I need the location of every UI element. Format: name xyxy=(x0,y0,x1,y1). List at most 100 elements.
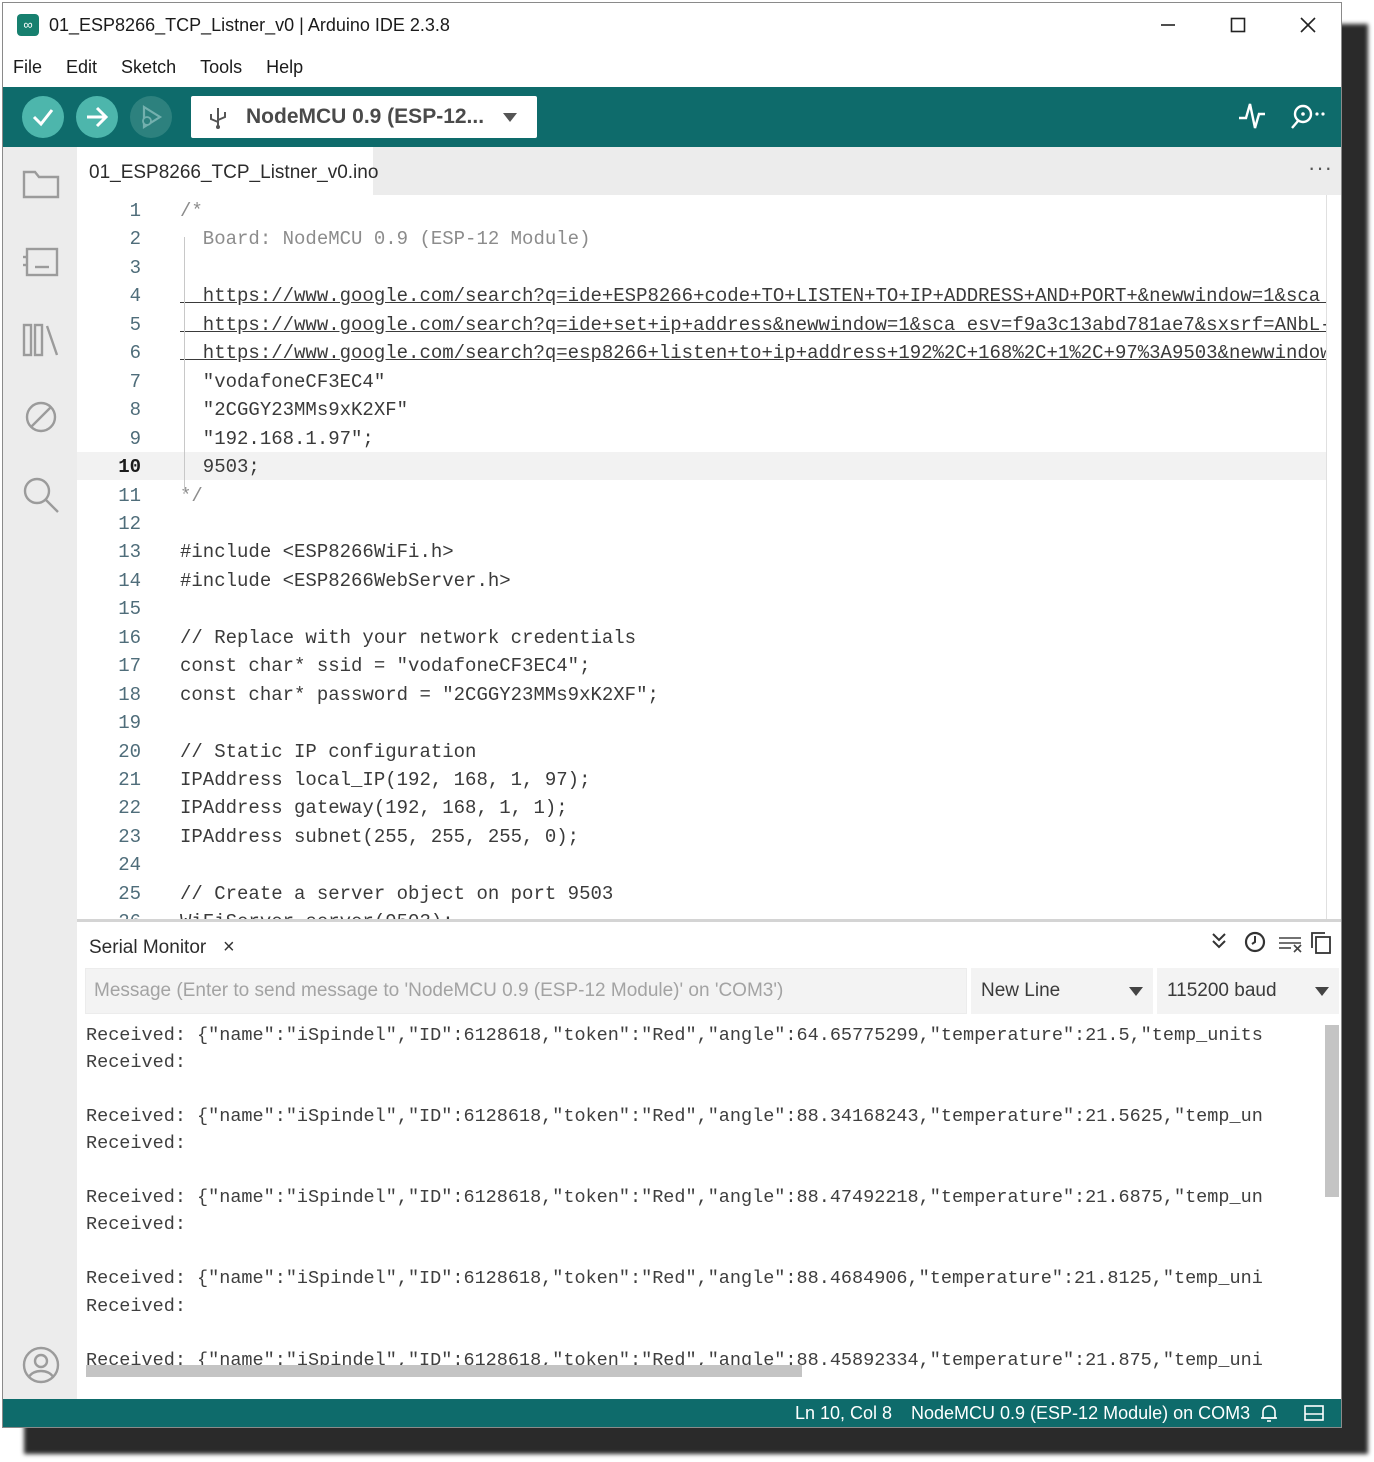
line-number: 6 xyxy=(129,342,141,365)
serial-message-field[interactable] xyxy=(85,968,967,1014)
code-text: const char* ssid = "vodafoneCF3EC4"; xyxy=(180,655,591,678)
clear-output-icon xyxy=(1279,937,1302,953)
line-number: 10 xyxy=(118,456,141,479)
line-number: 17 xyxy=(118,655,141,678)
close-window-button[interactable] xyxy=(1273,3,1341,47)
code-line[interactable]: 4 https://www.google.com/search?q=ide+ES… xyxy=(77,281,1341,309)
code-line[interactable]: 1 /* xyxy=(77,196,1341,224)
code-line[interactable]: 18 const char* password = "2CGGY23MMs9xK2… xyxy=(77,680,1341,708)
clear-output-button[interactable] xyxy=(1277,930,1303,961)
folder-icon xyxy=(22,170,60,199)
chevron-down-icon xyxy=(1315,987,1329,996)
code-line[interactable]: 13 #include <ESP8266WiFi.h> xyxy=(77,537,1341,565)
serial-plotter-button[interactable] xyxy=(1237,100,1267,137)
code-text: IPAddress local_IP(192, 168, 1, 97); xyxy=(180,769,591,791)
code-line[interactable]: 23 IPAddress subnet(255, 255, 255, 0); xyxy=(77,822,1341,850)
debug-button[interactable] xyxy=(130,96,172,138)
code-line[interactable]: 3 xyxy=(77,253,1341,281)
menu-tools[interactable]: Tools xyxy=(200,57,242,78)
checkmark-icon xyxy=(32,109,54,127)
code-text: "192.168.1.97"; xyxy=(180,427,374,450)
code-line[interactable]: 17 const char* ssid = "vodafoneCF3EC4"; xyxy=(77,651,1341,679)
code-line[interactable]: 14 #include <ESP8266WebServer.h> xyxy=(77,566,1341,594)
code-line[interactable]: 26 WiFiServer server(9503); xyxy=(77,907,1341,919)
code-line[interactable]: 20 // Static IP configuration xyxy=(77,737,1341,765)
code-line[interactable]: 2 Board: NodeMCU 0.9 (ESP-12 Module) xyxy=(77,224,1341,252)
editor-scrollbar[interactable] xyxy=(1326,195,1341,919)
serial-plotter-icon xyxy=(1239,103,1265,129)
library-icon xyxy=(22,323,59,357)
serial-output-line: Received: {"name":"iSpindel","ID":612861… xyxy=(86,1187,1263,1209)
toggle-panel-button[interactable] xyxy=(1303,1403,1325,1427)
serial-output-line: Received: {"name":"iSpindel","ID":612861… xyxy=(86,1106,1263,1128)
code-line[interactable]: 25 // Create a server object on port 9503 xyxy=(77,879,1341,907)
sketchbook-button[interactable] xyxy=(21,163,61,203)
serial-vertical-scrollbar[interactable] xyxy=(1325,1025,1339,1197)
minimize-button[interactable] xyxy=(1133,3,1203,47)
arduino-infinity-icon: ∞ xyxy=(17,14,39,36)
code-line[interactable]: 19 xyxy=(77,708,1341,736)
serial-horizontal-scrollbar[interactable] xyxy=(86,1365,802,1377)
boards-manager-button[interactable] xyxy=(21,241,61,281)
code-line[interactable]: 5 https://www.google.com/search?q=ide+se… xyxy=(77,310,1341,338)
toggle-panel-icon xyxy=(1304,1405,1324,1421)
code-link[interactable]: https://www.google.com/search?q=esp8266+… xyxy=(180,342,1332,364)
line-ending-value: New Line xyxy=(981,980,1061,1001)
window-title: 01_ESP8266_TCP_Listner_v0 | Arduino IDE … xyxy=(49,15,450,35)
code-text: "2CGGY23MMs9xK2XF" xyxy=(180,399,409,422)
board-name: NodeMCU 0.9 (ESP-12... xyxy=(246,105,485,128)
copy-output-button[interactable] xyxy=(1309,930,1333,961)
verify-button[interactable] xyxy=(22,96,64,138)
code-link[interactable]: https://www.google.com/search?q=ide+ESP8… xyxy=(180,285,1332,307)
menu-help[interactable]: Help xyxy=(266,57,303,78)
serial-message-input[interactable] xyxy=(86,969,966,1013)
code-line[interactable]: 11 */ xyxy=(77,481,1341,509)
tab-filename: 01_ESP8266_TCP_Listner_v0.ino xyxy=(89,162,379,183)
code-line[interactable]: 21 IPAddress local_IP(192, 168, 1, 97); xyxy=(77,765,1341,793)
board-port-status[interactable]: NodeMCU 0.9 (ESP-12 Module) on COM3 xyxy=(911,1403,1250,1424)
maximize-button[interactable] xyxy=(1203,3,1273,47)
serial-output-line: Received: xyxy=(86,1052,186,1074)
baud-rate-value: 115200 baud xyxy=(1167,980,1277,1001)
title-bar: ∞ 01_ESP8266_TCP_Listner_v0 | Arduino ID… xyxy=(3,3,1341,47)
serial-output[interactable]: Received: {"name":"iSpindel","ID":612861… xyxy=(77,1019,1341,1399)
serial-output-line: Received: xyxy=(86,1214,186,1236)
code-line[interactable]: 16 // Replace with your network credentia… xyxy=(77,623,1341,651)
baud-rate-select[interactable]: 115200 baud xyxy=(1157,968,1339,1014)
board-selector[interactable]: NodeMCU 0.9 (ESP-12... xyxy=(191,96,537,138)
code-editor[interactable]: 1/* 2 Board: NodeMCU 0.9 (ESP-12 Module) 3… xyxy=(77,195,1341,919)
editor-tab[interactable]: 01_ESP8266_TCP_Listner_v0.ino xyxy=(77,147,378,195)
more-actions-icon[interactable]: ··· xyxy=(1308,155,1333,181)
library-manager-button[interactable] xyxy=(21,319,61,359)
menu-edit[interactable]: Edit xyxy=(66,57,97,78)
code-line[interactable]: 22 IPAddress gateway(192, 168, 1, 1); xyxy=(77,793,1341,821)
menu-sketch[interactable]: Sketch xyxy=(121,57,176,78)
code-link[interactable]: https://www.google.com/search?q=ide+set+… xyxy=(180,314,1332,336)
code-line[interactable]: 24 xyxy=(77,850,1341,878)
toggle-timestamp-button[interactable] xyxy=(1243,930,1267,959)
menu-file[interactable]: File xyxy=(13,57,42,78)
close-icon[interactable]: × xyxy=(223,936,235,959)
notifications-button[interactable] xyxy=(1259,1403,1279,1427)
code-text: #include <ESP8266WiFi.h> xyxy=(180,541,454,564)
serial-output-line: Received: {"name":"iSpindel","ID":612861… xyxy=(86,1268,1263,1290)
upload-button[interactable] xyxy=(76,96,118,138)
cursor-position[interactable]: Ln 10, Col 8 xyxy=(795,1403,892,1424)
code-line[interactable]: 15 xyxy=(77,594,1341,622)
line-number: 1 xyxy=(129,200,141,222)
search-button[interactable] xyxy=(21,475,61,515)
code-line[interactable]: 7 "vodafoneCF3EC4" xyxy=(77,367,1341,395)
collapse-chevron-icon xyxy=(1212,933,1226,949)
line-ending-select[interactable]: New Line xyxy=(971,968,1153,1014)
serial-monitor-title[interactable]: Serial Monitor xyxy=(89,937,206,959)
status-bar: Ln 10, Col 8 NodeMCU 0.9 (ESP-12 Module)… xyxy=(3,1399,1341,1427)
debug-panel-button[interactable] xyxy=(21,397,61,437)
code-line[interactable]: 10 9503; xyxy=(77,452,1341,481)
collapse-panel-button[interactable] xyxy=(1209,930,1229,957)
serial-monitor-button[interactable] xyxy=(1287,100,1329,137)
code-line[interactable]: 9 "192.168.1.97"; xyxy=(77,424,1341,452)
account-button[interactable] xyxy=(21,1345,61,1385)
code-line[interactable]: 12 xyxy=(77,509,1341,537)
code-line[interactable]: 8 "2CGGY23MMs9xK2XF" xyxy=(77,395,1341,423)
code-line[interactable]: 6 https://www.google.com/search?q=esp826… xyxy=(77,338,1341,366)
